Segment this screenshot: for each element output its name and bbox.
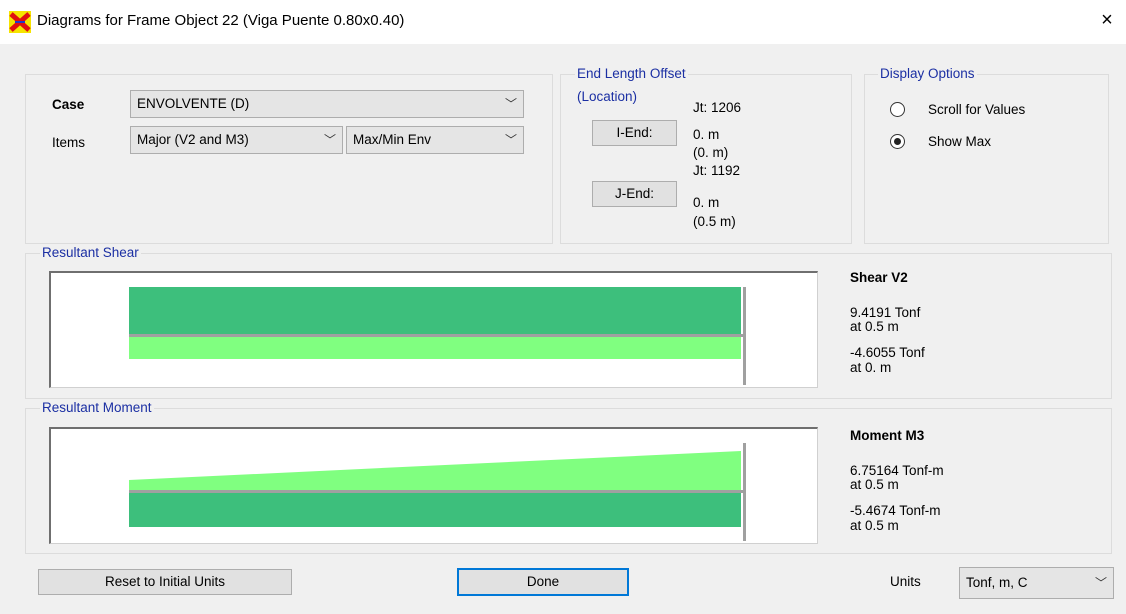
items-label: Items (52, 135, 86, 150)
scroll-for-values-radio[interactable] (890, 102, 905, 117)
moment-end-marker (743, 443, 746, 541)
shear-min-value: -4.6055 Tonf (850, 345, 925, 360)
chevron-down-icon: ﹀ (504, 97, 517, 111)
moment-positive-area (129, 451, 741, 490)
end-length-offset-title: End Length Offset (575, 66, 688, 81)
chevron-down-icon: ﹀ (504, 133, 517, 147)
reset-units-button[interactable]: Reset to Initial Units (38, 569, 292, 595)
j-end-button[interactable]: J-End: (592, 181, 677, 207)
window-title: Diagrams for Frame Object 22 (Viga Puent… (37, 12, 405, 29)
units-dropdown-value: Tonf, m, C (966, 575, 1028, 590)
j-end-jt: Jt: 1192 (693, 163, 741, 178)
shear-baseline (129, 334, 743, 337)
shear-min-location: at 0. m (850, 360, 892, 375)
moment-min-value: -5.4674 Tonf-m (850, 503, 941, 518)
moment-baseline (129, 490, 743, 493)
moment-heading: Moment M3 (850, 428, 925, 443)
j-end-location: (0.5 m) (693, 214, 736, 229)
radio-selected-dot (894, 138, 901, 145)
chevron-down-icon: ﹀ (323, 133, 336, 147)
moment-diagram[interactable] (49, 427, 818, 544)
shear-positive-area (129, 287, 741, 335)
app-logo-icon (9, 11, 31, 33)
resultant-shear-title: Resultant Shear (40, 245, 141, 260)
shear-heading: Shear V2 (850, 270, 908, 285)
j-end-offset: 0. m (693, 195, 720, 210)
units-dropdown[interactable]: Tonf, m, C ﹀ (959, 567, 1114, 599)
moment-max-value: 6.75164 Tonf-m (850, 463, 944, 478)
shear-max-location: at 0.5 m (850, 319, 899, 334)
i-end-jt: Jt: 1206 (693, 100, 742, 115)
env-dropdown[interactable]: Max/Min Env ﹀ (346, 126, 524, 154)
shear-negative-area (129, 337, 741, 359)
shear-diagram[interactable] (49, 271, 818, 388)
moment-max-location: at 0.5 m (850, 477, 899, 492)
close-icon[interactable]: × (1096, 9, 1118, 32)
scroll-for-values-label[interactable]: Scroll for Values (928, 102, 1025, 117)
shear-max-value: 9.4191 Tonf (850, 305, 921, 320)
resultant-moment-title: Resultant Moment (40, 400, 154, 415)
display-options-title: Display Options (878, 66, 977, 81)
location-label: (Location) (575, 89, 640, 104)
units-label: Units (890, 574, 921, 589)
chevron-down-icon: ﹀ (1094, 576, 1107, 590)
i-end-button[interactable]: I-End: (592, 120, 677, 146)
show-max-radio[interactable] (890, 134, 905, 149)
items-dropdown[interactable]: Major (V2 and M3) ﹀ (130, 126, 343, 154)
shear-diagram-svg (129, 287, 746, 385)
shear-end-marker (743, 287, 746, 385)
case-dropdown[interactable]: ENVOLVENTE (D) ﹀ (130, 90, 524, 118)
show-max-label[interactable]: Show Max (928, 134, 991, 149)
moment-diagram-svg (129, 443, 746, 541)
i-end-offset: 0. m (693, 127, 720, 142)
i-end-location: (0. m) (693, 145, 729, 160)
items-dropdown-value: Major (V2 and M3) (137, 132, 249, 147)
case-label: Case (52, 97, 85, 112)
case-dropdown-value: ENVOLVENTE (D) (137, 96, 250, 111)
done-button[interactable]: Done (457, 568, 629, 596)
display-options-group (864, 74, 1109, 244)
moment-negative-area (129, 493, 741, 527)
moment-min-location: at 0.5 m (850, 518, 899, 533)
env-dropdown-value: Max/Min Env (353, 132, 432, 147)
